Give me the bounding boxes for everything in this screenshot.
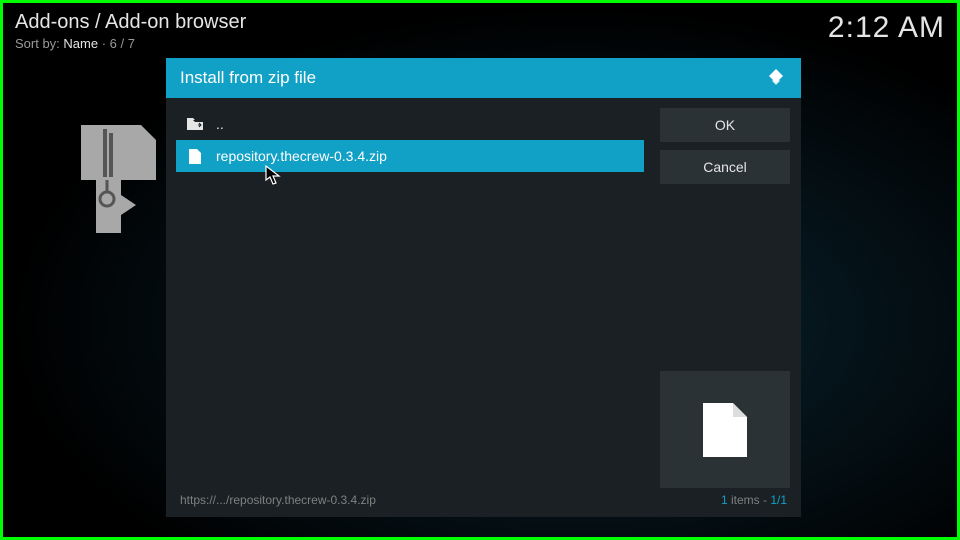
file-icon xyxy=(186,149,204,164)
dialog-title: Install from zip file xyxy=(180,68,316,88)
dialog-body: .. repository.thecrew-0.3.4.zip OK Cance… xyxy=(166,98,801,486)
breadcrumb: Add-ons / Add-on browser xyxy=(15,11,246,34)
clock: 2:12 AM xyxy=(828,11,945,51)
header: Add-ons / Add-on browser Sort by: Name ·… xyxy=(15,11,945,51)
file-label: repository.thecrew-0.3.4.zip xyxy=(216,148,387,164)
kodi-logo-icon xyxy=(765,67,787,89)
install-zip-dialog: Install from zip file .. repository.thec… xyxy=(166,58,801,517)
sort-line: Sort by: Name · 6 / 7 xyxy=(15,36,246,51)
cancel-button[interactable]: Cancel xyxy=(660,150,790,184)
status-count: 1 items - 1/1 xyxy=(721,493,787,507)
dialog-title-bar: Install from zip file xyxy=(166,58,801,98)
file-row-zip[interactable]: repository.thecrew-0.3.4.zip xyxy=(176,140,644,172)
file-list: .. repository.thecrew-0.3.4.zip xyxy=(176,108,644,172)
status-path: https://.../repository.thecrew-0.3.4.zip xyxy=(180,493,376,507)
dialog-footer: https://.../repository.thecrew-0.3.4.zip… xyxy=(166,486,801,517)
parent-dir-label: .. xyxy=(216,116,224,132)
zip-archive-icon xyxy=(81,125,163,233)
dialog-buttons: OK Cancel xyxy=(660,108,790,184)
ok-button[interactable]: OK xyxy=(660,108,790,142)
folder-up-icon xyxy=(186,117,204,131)
parent-dir-row[interactable]: .. xyxy=(176,108,644,140)
file-preview-panel xyxy=(660,371,790,488)
document-preview-icon xyxy=(701,401,749,459)
